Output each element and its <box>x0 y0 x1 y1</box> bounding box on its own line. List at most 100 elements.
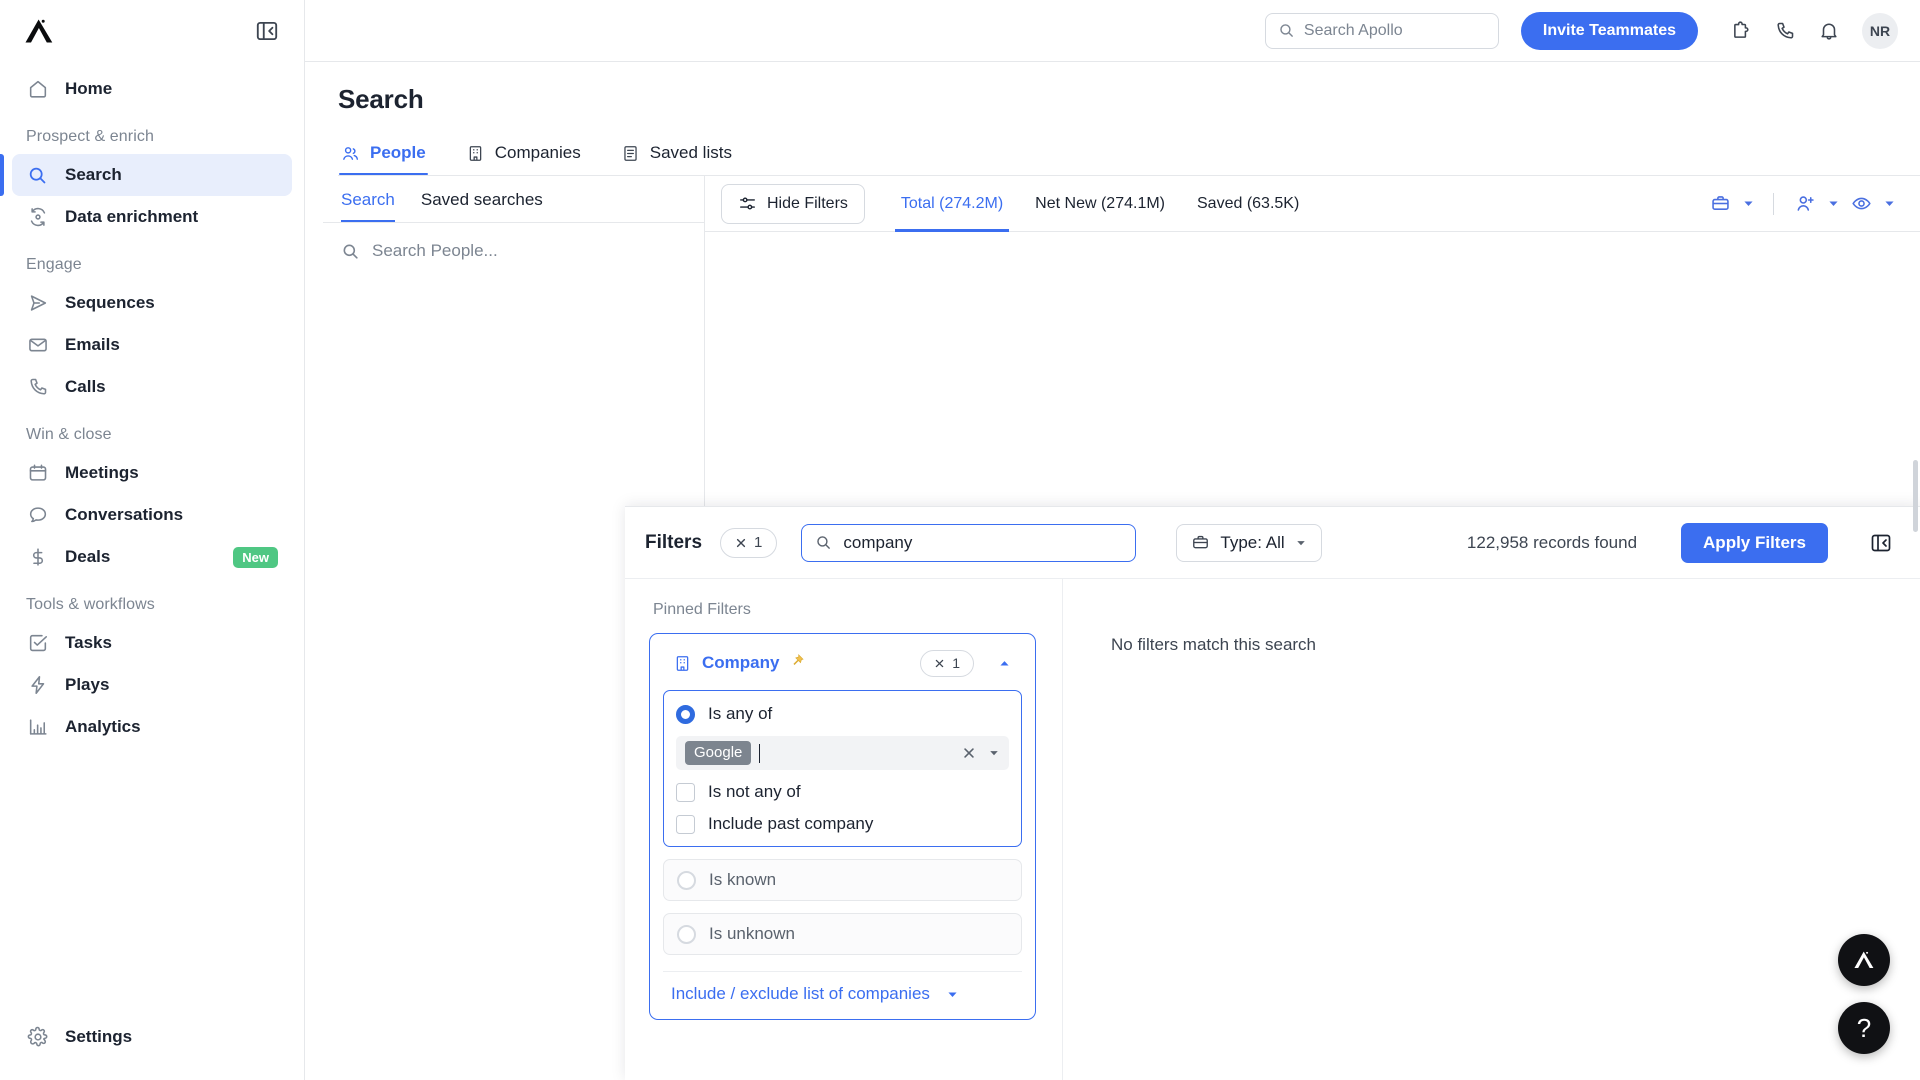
sidebar-item-meetings[interactable]: Meetings <box>12 452 292 494</box>
sidebar-item-home[interactable]: Home <box>12 68 292 110</box>
company-filter-header[interactable]: Company 1 <box>663 648 1022 678</box>
filters-title: Filters <box>645 531 703 553</box>
filter-search-value: company <box>843 532 913 552</box>
checkbox-label: Is not any of <box>708 782 801 801</box>
sidebar-section-prospect: Prospect & enrich <box>26 128 154 145</box>
sidebar-item-emails[interactable]: Emails <box>12 324 292 366</box>
company-token-input[interactable]: Google <box>676 736 1009 770</box>
sidebar-item-label: Home <box>65 79 113 98</box>
refresh-data-icon <box>26 206 49 229</box>
tab-companies[interactable]: Companies <box>464 137 583 175</box>
eye-icon[interactable] <box>1846 189 1876 219</box>
tab-people[interactable]: People <box>339 137 428 175</box>
deals-new-badge: New <box>233 546 278 568</box>
person-add-icon[interactable] <box>1790 189 1820 219</box>
help-fab[interactable]: ? <box>1838 1002 1890 1054</box>
sidebar-item-label: Emails <box>65 335 120 354</box>
briefcase-icon <box>1193 535 1209 549</box>
filter-type-dropdown[interactable]: Type: All <box>1176 523 1322 562</box>
sidebar-item-settings[interactable]: Settings <box>12 1016 292 1058</box>
apply-filters-button[interactable]: Apply Filters <box>1681 522 1828 563</box>
checkbox-task-icon <box>26 632 49 655</box>
sidebar-item-tasks[interactable]: Tasks <box>12 622 292 664</box>
checkbox-include-past-company[interactable]: Include past company <box>676 814 1009 834</box>
radio-indicator <box>677 924 696 944</box>
sidebar-item-deals[interactable]: Deals New <box>12 536 292 578</box>
global-search-placeholder: Search Apollo <box>1303 21 1403 39</box>
pin-icon[interactable] <box>789 653 805 674</box>
apollo-logo-icon[interactable] <box>22 17 56 45</box>
chevron-up-icon[interactable] <box>992 651 1016 675</box>
sidebar-item-plays[interactable]: Plays <box>12 664 292 706</box>
sidebar-nav: Home Prospect & enrich Search Data enric… <box>0 62 304 1016</box>
left-tab-search[interactable]: Search <box>341 190 395 222</box>
chevron-down-icon <box>1296 540 1305 545</box>
puzzle-piece-icon[interactable] <box>1724 14 1758 48</box>
chevron-down-icon <box>946 988 959 1001</box>
radio-is-any-of[interactable]: Is any of <box>676 704 1009 724</box>
empty-state-text: No filters match this search <box>1111 635 1317 654</box>
chevron-down-icon[interactable] <box>984 747 1000 759</box>
company-filter-count: 1 <box>952 655 960 671</box>
sidebar-item-label: Plays <box>65 675 110 694</box>
hide-filters-label: Hide Filters <box>767 194 848 212</box>
send-icon <box>26 292 49 315</box>
search-icon <box>343 244 358 259</box>
calendar-icon <box>26 462 49 485</box>
left-tab-saved-searches[interactable]: Saved searches <box>421 190 543 222</box>
tab-label: Saved lists <box>649 143 732 162</box>
envelope-icon <box>26 334 49 357</box>
phone-icon[interactable] <box>1768 14 1802 48</box>
results-tab-net-new[interactable]: Net New (274.1M) <box>1019 176 1181 232</box>
filter-type-label: Type: All <box>1220 532 1285 552</box>
person-add-chevron-down-icon[interactable] <box>1824 195 1842 213</box>
sidebar-item-data-enrichment[interactable]: Data enrichment <box>12 196 292 238</box>
sliders-icon <box>740 197 755 210</box>
bell-icon[interactable] <box>1812 14 1846 48</box>
vertical-scrollbar[interactable] <box>1913 460 1918 532</box>
briefcase-icon[interactable] <box>1705 189 1735 219</box>
global-search-input[interactable]: Search Apollo <box>1264 12 1499 49</box>
building-icon <box>673 654 692 673</box>
sidebar-section-tools: Tools & workflows <box>26 596 155 613</box>
sidebar-item-label: Sequences <box>65 293 155 312</box>
close-icon[interactable] <box>962 746 976 760</box>
sidebar-item-analytics[interactable]: Analytics <box>12 706 292 748</box>
results-actions <box>1705 189 1898 219</box>
radio-label: Is any of <box>708 704 773 723</box>
dollar-icon <box>26 546 49 569</box>
bar-chart-icon <box>26 716 49 739</box>
sidebar-item-calls[interactable]: Calls <box>12 366 292 408</box>
eye-chevron-down-icon[interactable] <box>1880 195 1898 213</box>
radio-is-known[interactable]: Is known <box>663 859 1022 901</box>
briefcase-chevron-down-icon[interactable] <box>1739 195 1757 213</box>
sidebar-item-sequences[interactable]: Sequences <box>12 282 292 324</box>
apollo-assistant-fab[interactable] <box>1838 934 1890 986</box>
results-tab-saved[interactable]: Saved (63.5K) <box>1181 176 1315 232</box>
radio-is-unknown[interactable]: Is unknown <box>663 913 1022 955</box>
tab-saved-lists[interactable]: Saved lists <box>619 137 734 175</box>
filters-collapse-icon[interactable] <box>1866 528 1896 558</box>
filters-header: Filters 1 company Type: All 122,958 reco… <box>625 507 1920 579</box>
results-count-tabs: Total (274.2M) Net New (274.1M) Saved (6… <box>885 176 1315 232</box>
sidebar-item-search[interactable]: Search <box>0 154 292 196</box>
people-search-input[interactable]: Search People... <box>323 223 704 261</box>
company-token[interactable]: Google <box>685 740 752 766</box>
clear-filters-chip[interactable]: 1 <box>720 527 778 558</box>
radio-label: Is known <box>709 870 777 889</box>
include-exclude-list-link[interactable]: Include / exclude list of companies <box>663 971 1022 1006</box>
results-tab-total[interactable]: Total (274.2M) <box>885 176 1019 232</box>
hide-filters-button[interactable]: Hide Filters <box>721 183 865 224</box>
sidebar-collapse-icon[interactable] <box>254 18 280 44</box>
company-filter-name: Company <box>702 653 780 672</box>
avatar[interactable]: NR <box>1862 12 1898 49</box>
sidebar-footer: Settings <box>0 1016 304 1080</box>
results-toolbar: Hide Filters Total (274.2M) Net New (274… <box>705 176 1920 232</box>
sidebar-item-conversations[interactable]: Conversations <box>12 494 292 536</box>
filter-search-input[interactable]: company <box>801 523 1137 562</box>
checkbox-is-not-any-of[interactable]: Is not any of <box>676 782 1009 802</box>
company-filter-clear-chip[interactable]: 1 <box>920 649 974 677</box>
invite-teammates-button[interactable]: Invite Teammates <box>1520 11 1698 50</box>
tab-label: People <box>370 143 426 162</box>
home-icon <box>26 78 49 101</box>
